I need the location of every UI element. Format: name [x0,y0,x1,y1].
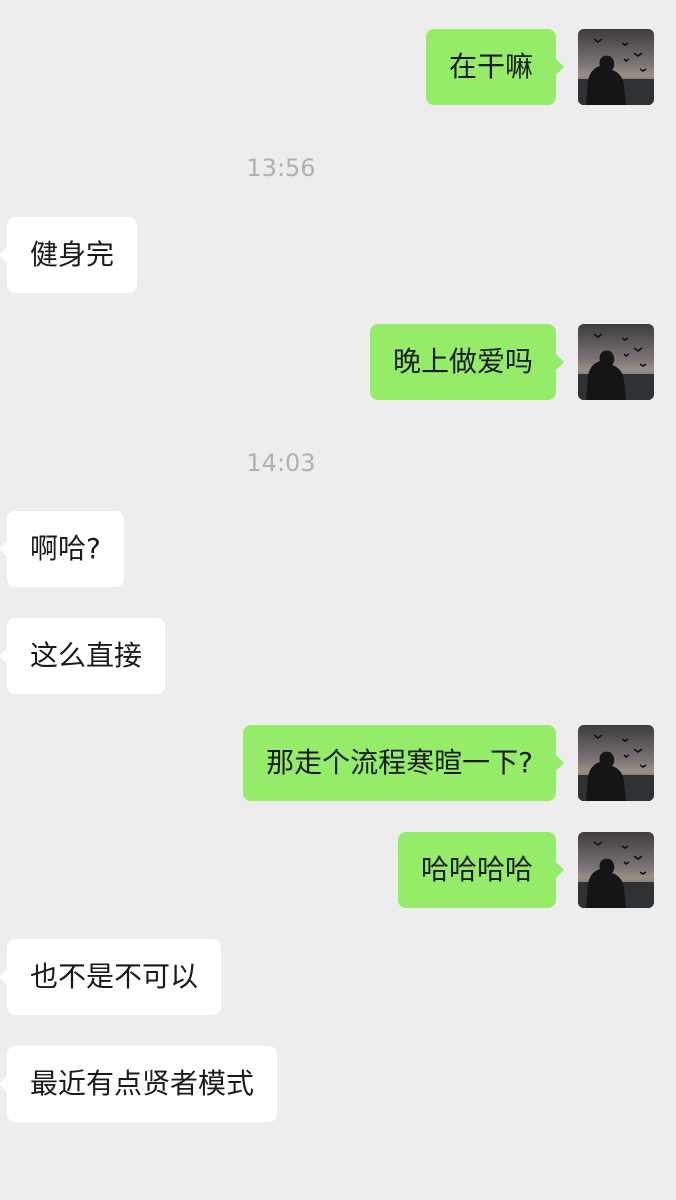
timestamp: 13:56 [246,154,316,182]
message-row-received: 也不是不可以 [0,939,676,1015]
received-message-bubble[interactable]: 健身完 [0,217,138,293]
message-row-sent: 那走个流程寒暄一下? [0,725,676,801]
user-avatar-icon[interactable] [578,725,654,801]
sent-message-bubble[interactable]: 哈哈哈哈 [397,832,565,908]
sent-message-bubble[interactable]: 在干嘛 [425,29,565,105]
sent-message-bubble[interactable]: 那走个流程寒暄一下? [243,725,564,801]
received-message-bubble[interactable]: 这么直接 [0,618,166,694]
message-row-sent: 在干嘛 [0,29,676,105]
received-message-bubble[interactable]: 啊哈? [0,511,124,587]
sent-message-bubble[interactable]: 晚上做爱吗 [369,324,565,400]
user-avatar-icon[interactable] [578,832,654,908]
received-message-bubble[interactable]: 也不是不可以 [0,939,222,1015]
received-message-bubble[interactable]: 最近有点贤者模式 [0,1046,278,1122]
message-row-received: 最近有点贤者模式 [0,1046,676,1122]
message-row-sent: 晚上做爱吗 [0,324,676,400]
timestamp: 14:03 [246,449,316,477]
user-avatar-icon[interactable] [578,29,654,105]
message-row-received: 健身完 [0,217,676,293]
message-row-received: 这么直接 [0,618,676,694]
user-avatar-icon[interactable] [578,324,654,400]
message-row-received: 啊哈? [0,511,676,587]
message-row-sent: 哈哈哈哈 [0,832,676,908]
